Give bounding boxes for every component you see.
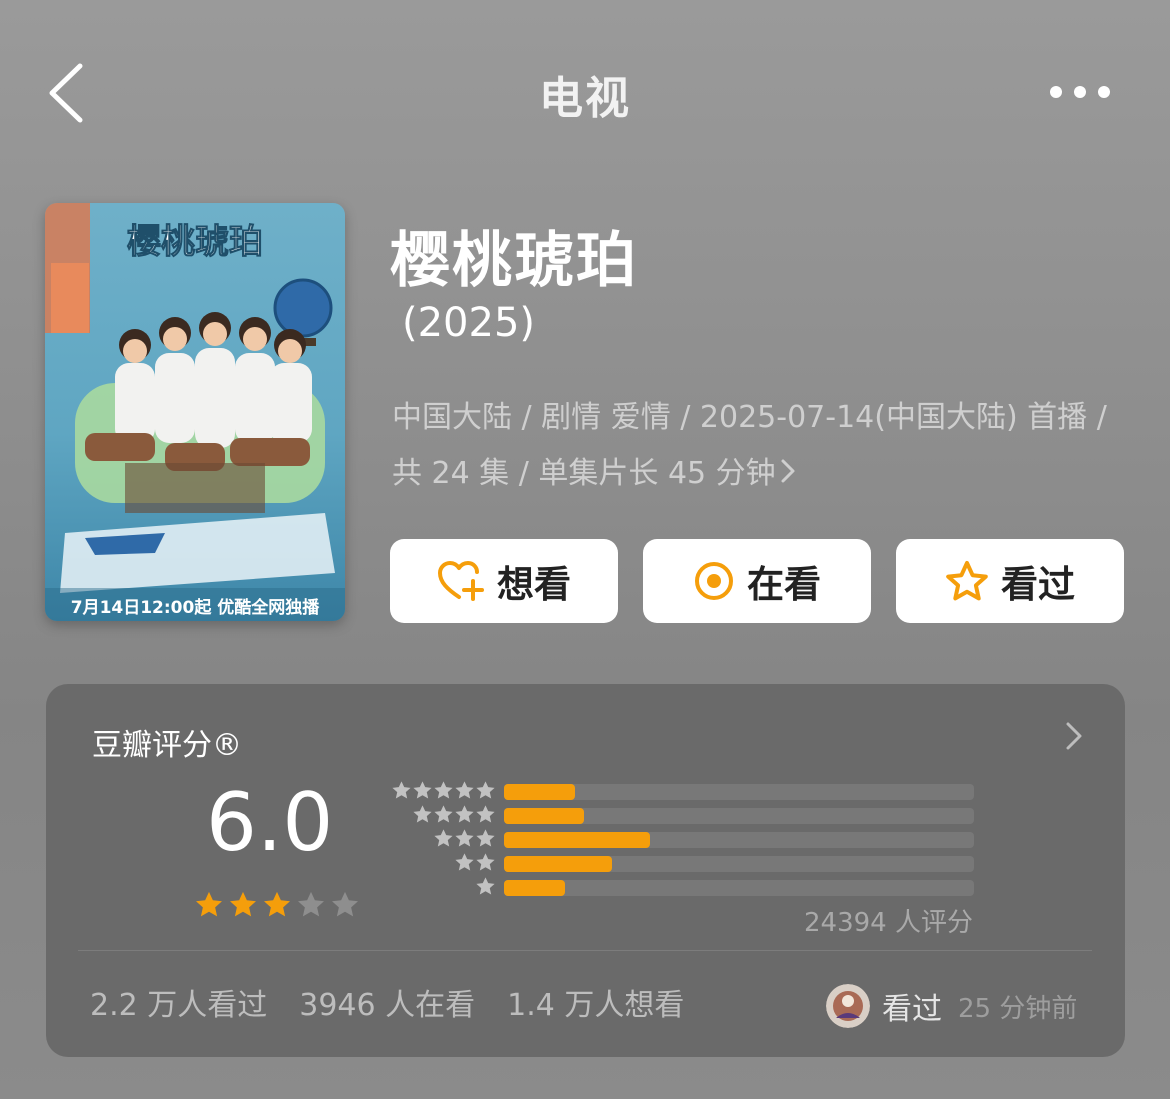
rating-card: 豆瓣评分® 6.0 24394 人评分 2.2 万人看过 3946 人在看 1.… <box>46 684 1125 1057</box>
want-count[interactable]: 1.4 万人想看 <box>507 980 684 1024</box>
rating-count: 24394 人评分 <box>804 908 973 938</box>
distribution-stars-3 <box>384 828 496 850</box>
distribution-bar-2 <box>504 856 613 872</box>
star-small-icon <box>455 781 474 799</box>
distribution-stars-4 <box>384 804 496 826</box>
star-empty-icon <box>298 891 324 917</box>
star-small-icon <box>413 805 432 823</box>
distribution-bar-5 <box>504 784 575 800</box>
star-small-icon <box>476 805 495 823</box>
show-year: (2025) <box>402 300 536 346</box>
watching-button[interactable]: 在看 <box>643 539 871 623</box>
watched-count[interactable]: 2.2 万人看过 <box>90 980 267 1024</box>
star-filled-icon <box>196 891 222 917</box>
rating-score: 6.0 <box>206 776 334 869</box>
friend-status: 看过 <box>882 992 942 1027</box>
friend-time: 25 分钟前 <box>958 993 1078 1024</box>
distribution-bar-4 <box>504 808 584 824</box>
friend-activity[interactable]: 看过 25 分钟前 <box>826 984 1077 1028</box>
star-empty-icon <box>332 891 358 917</box>
poster-image[interactable]: 樱桃琥珀 7月14日12:00起 优酷全网独播 <box>45 203 345 621</box>
watched-label: 看过 <box>1001 563 1075 606</box>
score-stars <box>194 890 360 920</box>
more-button[interactable] <box>1046 80 1116 104</box>
page-title: 电视 <box>539 73 631 124</box>
distribution-track-3 <box>504 832 974 848</box>
distribution-stars-1 <box>384 876 496 898</box>
more-horizontal-icon <box>1050 86 1110 98</box>
want-to-watch-label: 想看 <box>497 563 571 606</box>
divider <box>78 950 1092 951</box>
distribution-stars-5 <box>384 780 496 802</box>
rating-detail-button[interactable] <box>1064 720 1084 752</box>
star-filled-icon <box>230 891 256 917</box>
star-small-icon <box>392 781 411 799</box>
star-small-icon <box>455 805 474 823</box>
distribution-stars-2 <box>384 852 496 874</box>
target-icon <box>695 562 733 600</box>
watching-label: 在看 <box>747 563 821 606</box>
star-small-icon <box>455 853 474 871</box>
watched-button[interactable]: 看过 <box>896 539 1124 623</box>
star-small-icon <box>455 829 474 847</box>
avatar <box>826 984 870 1028</box>
distribution-bar-3 <box>504 832 650 848</box>
watching-count[interactable]: 3946 人在看 <box>299 980 475 1024</box>
star-small-icon <box>476 829 495 847</box>
distribution-track-1 <box>504 880 974 896</box>
chevron-right-icon <box>1066 722 1082 750</box>
star-small-icon <box>476 853 495 871</box>
star-filled-icon <box>264 891 290 917</box>
star-small-icon <box>434 829 453 847</box>
show-meta[interactable]: 中国大陆 / 剧情 爱情 / 2025-07-14(中国大陆) 首播 / 共 2… <box>392 390 1122 503</box>
distribution-track-4 <box>504 808 974 824</box>
watch-stats: 2.2 万人看过 3946 人在看 1.4 万人想看 <box>90 980 684 1024</box>
show-meta-text: 中国大陆 / 剧情 爱情 / 2025-07-14(中国大陆) 首播 / 共 2… <box>392 400 1107 491</box>
distribution-track-2 <box>504 856 974 872</box>
rating-title: 豆瓣评分® <box>92 728 242 763</box>
star-outline-icon <box>946 561 988 601</box>
chevron-right-icon <box>780 447 796 503</box>
star-small-icon <box>476 877 495 895</box>
want-to-watch-button[interactable]: 想看 <box>390 539 618 623</box>
star-small-icon <box>413 781 432 799</box>
poster-logo: 樱桃琥珀 <box>127 222 263 262</box>
show-title: 樱桃琥珀 <box>390 226 638 296</box>
heart-plus-icon <box>438 561 484 601</box>
poster-caption: 7月14日12:00起 优酷全网独播 <box>71 597 321 618</box>
distribution-bar-1 <box>504 880 566 896</box>
distribution-track-5 <box>504 784 974 800</box>
star-small-icon <box>434 805 453 823</box>
star-small-icon <box>476 781 495 799</box>
star-small-icon <box>434 781 453 799</box>
